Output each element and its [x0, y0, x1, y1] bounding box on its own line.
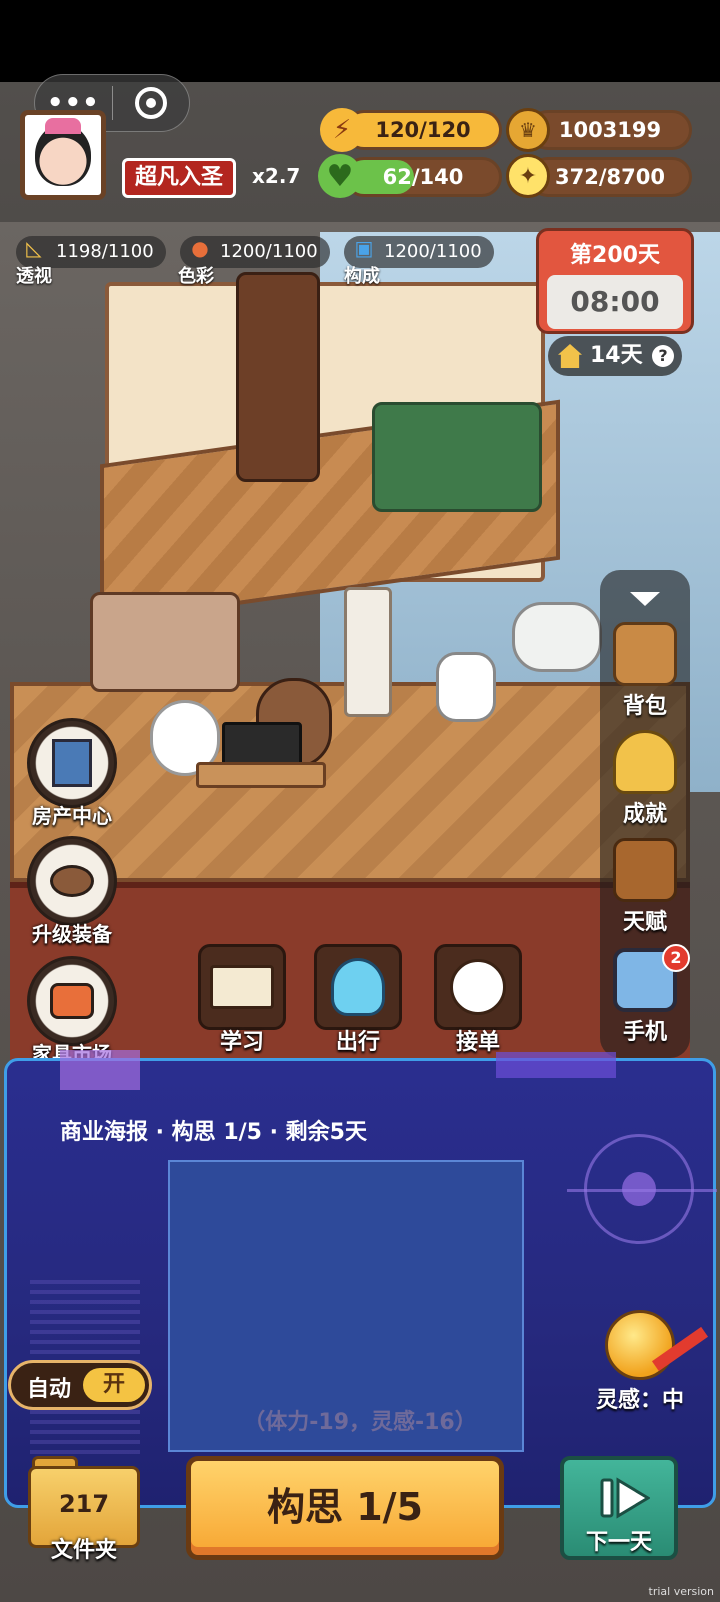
crosshair-decoration — [567, 1134, 717, 1244]
accept-order-button[interactable]: 接单 — [428, 944, 528, 1056]
skill-composition-label: 构成 — [344, 266, 380, 287]
side-menu: 背包 成就 天赋 2 手机 — [600, 570, 690, 1058]
health-bar: 62/140 — [344, 157, 502, 197]
menu-talent-label: 天赋 — [622, 910, 667, 935]
palette-icon: ● — [191, 236, 209, 260]
calendar-widget: 第200天 08:00 — [536, 228, 694, 334]
rank-multiplier: x2.7 — [252, 164, 301, 188]
inspiration-bulb-icon — [605, 1310, 709, 1380]
study-label: 学习 — [219, 1030, 264, 1055]
bathtub — [512, 602, 602, 672]
upgrade-equipment-button[interactable]: 升级装备 — [22, 836, 122, 947]
folder-label: 文件夹 — [50, 1538, 117, 1563]
phone-notification-badge: 2 — [662, 944, 690, 972]
task-title: 商业海报 · 构思 1/5 · 剩余5天 — [60, 1120, 367, 1145]
bed — [372, 402, 542, 512]
inspiration-points-bar: 372/8700 — [528, 157, 692, 197]
menu-phone[interactable]: 2 手机 — [600, 944, 690, 1046]
folder-button[interactable]: 217 文件夹 — [22, 1454, 146, 1564]
auto-toggle[interactable]: 自动 开 — [8, 1360, 152, 1410]
energy-bar: 120/120 — [344, 110, 502, 150]
trend-up-arrow-icon — [651, 1326, 709, 1372]
panel-glow-right — [496, 1052, 616, 1078]
lightning-icon: ⚡ — [320, 108, 364, 152]
upgrade-equipment-label: 升级装备 — [32, 922, 112, 946]
crown-coin-icon: ♛ — [506, 108, 550, 152]
travel-label: 出行 — [335, 1030, 380, 1055]
health-value: 62/140 — [382, 165, 464, 189]
panel-glow-left — [60, 1050, 140, 1090]
menu-backpack[interactable]: 背包 — [600, 622, 690, 720]
skip-forward-icon — [600, 1477, 650, 1519]
menu-backpack-label: 背包 — [622, 694, 667, 719]
coins-value: 1003199 — [558, 118, 662, 142]
trophy-icon — [613, 730, 677, 794]
triangle-ruler-icon: ◺ — [26, 236, 42, 260]
energy-value: 120/120 — [375, 118, 471, 142]
player-avatar[interactable] — [20, 110, 106, 200]
rank-badge: 超凡入圣 — [122, 158, 237, 198]
ghost-icon — [314, 944, 402, 1030]
avatar-portrait — [35, 118, 91, 186]
heart-icon: ♥ — [318, 154, 362, 198]
skill-color-label: 色彩 — [178, 266, 214, 287]
brush-palette-icon — [27, 836, 117, 926]
inspiration-level: 灵感：中 — [595, 1388, 684, 1413]
sofa — [90, 592, 240, 692]
auto-state: 开 — [83, 1368, 145, 1402]
inspiration-indicator: 灵感：中 — [580, 1310, 709, 1414]
next-day-label: 下一天 — [585, 1530, 652, 1555]
coins-bar: 1003199 — [528, 110, 692, 150]
talent-book-icon — [613, 838, 677, 902]
toilet — [436, 652, 496, 722]
real-estate-label: 房产中心 — [32, 804, 112, 828]
tv-furniture-icon — [27, 956, 117, 1046]
rabbit-icon — [434, 944, 522, 1030]
help-icon[interactable]: ? — [652, 345, 674, 367]
cabinet — [236, 272, 320, 482]
menu-phone-label: 手机 — [622, 1020, 667, 1045]
menu-achievements-label: 成就 — [622, 802, 667, 827]
folder-count: 217 — [58, 1490, 110, 1518]
clock-time: 08:00 — [547, 275, 683, 329]
watermark: trial version — [648, 1585, 714, 1598]
brainstorm-button[interactable]: 构思 1/5 — [186, 1456, 504, 1560]
backpack-icon — [613, 622, 677, 686]
day-counter: 第200天 — [570, 243, 660, 268]
menu-talent[interactable]: 天赋 — [600, 838, 690, 936]
building-icon — [27, 718, 117, 808]
next-day-button[interactable]: 下一天 — [560, 1456, 678, 1560]
days-left-text: 14天 — [590, 343, 643, 368]
book-icon — [198, 944, 286, 1030]
target-icon — [134, 87, 167, 119]
air-conditioner — [344, 587, 392, 717]
travel-button[interactable]: 出行 — [308, 944, 408, 1056]
house-icon — [558, 344, 582, 368]
menu-achievements[interactable]: 成就 — [600, 730, 690, 828]
collapse-menu-icon[interactable] — [630, 592, 660, 606]
inspiration-points-value: 372/8700 — [555, 165, 665, 189]
skill-perspective-label: 透视 — [16, 266, 52, 287]
lightbulb-icon: ✦ — [506, 154, 550, 198]
auto-label: 自动 — [27, 1377, 72, 1402]
desk — [196, 762, 326, 788]
rent-days-left[interactable]: 14天 ? — [548, 336, 682, 376]
close-miniprogram-button[interactable] — [113, 87, 190, 119]
study-button[interactable]: 学习 — [192, 944, 292, 1056]
camera-icon: ▣ — [354, 236, 374, 260]
real-estate-button[interactable]: 房产中心 — [22, 718, 122, 829]
